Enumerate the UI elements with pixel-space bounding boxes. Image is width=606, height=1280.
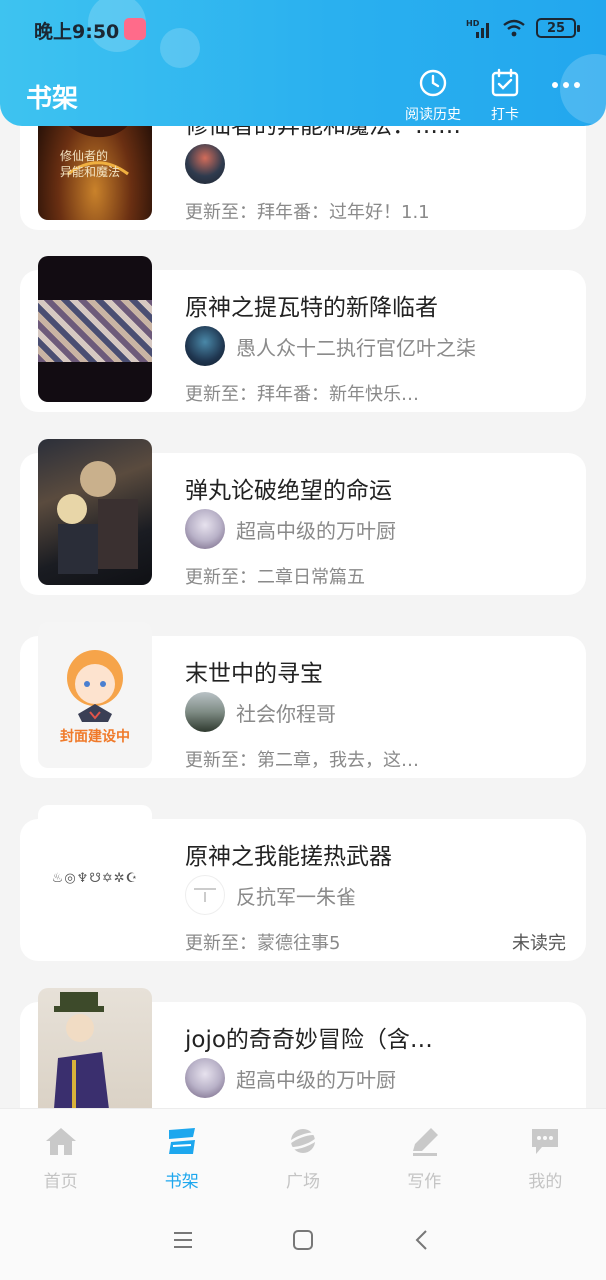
update-text: 更新至：第二章，我去，这… <box>185 750 419 771</box>
pen-icon <box>413 1128 439 1156</box>
book-cover[interactable]: 封面建设中 <box>38 622 152 768</box>
more-dots-icon[interactable] <box>552 82 580 88</box>
battery-level: 25 <box>546 20 566 36</box>
bookshelf-list[interactable]: 修仙者的 异能和魔法 修仙者的异能和魔法：…… 更新至：拜年番：过年好！1.1 … <box>0 0 606 1108</box>
cover-title-text: 修仙者的 异能和魔法 <box>60 149 121 179</box>
nav-bookshelf-label: 书架 <box>164 1172 199 1192</box>
status-icons: HD 25 <box>466 18 580 38</box>
battery-icon: 25 <box>536 18 580 38</box>
book-title: 原神之我能搓热武器 <box>185 844 392 870</box>
author-name: 愚人众十二执行官亿叶之柒 <box>236 335 476 360</box>
author-name: 超高中级的万叶厨 <box>236 518 396 543</box>
reading-history-button[interactable]: 阅读历史 <box>398 68 468 124</box>
update-text: 更新至：二章日常篇五 <box>185 567 365 588</box>
wifi-icon <box>503 19 525 37</box>
check-in-button[interactable]: 打卡 <box>470 68 540 124</box>
book-card[interactable]: 原神之提瓦特的新降临者 愚人众十二执行官亿叶之柒 更新至：拜年番：新年快乐… <box>20 256 586 412</box>
chat-bubble-icon <box>532 1129 559 1154</box>
author-name: 反抗军一朱雀 <box>236 884 356 909</box>
author-row <box>185 144 236 184</box>
author-row: 超高中级的万叶厨 <box>185 1058 396 1098</box>
author-avatar[interactable] <box>185 509 225 549</box>
author-row: 反抗军一朱雀 <box>185 875 356 915</box>
author-avatar[interactable] <box>185 875 225 915</box>
author-name: 社会你程哥 <box>236 701 336 726</box>
update-text: 更新至：蒙德往事5 <box>185 933 341 954</box>
reading-history-label: 阅读历史 <box>405 107 461 123</box>
read-status-label: 未读完 <box>512 933 566 954</box>
book-cover[interactable]: ♨◎♆☋✡✲☪ <box>38 805 152 951</box>
author-avatar[interactable] <box>185 692 225 732</box>
calendar-check-icon <box>491 68 519 97</box>
clock-icon <box>419 69 447 97</box>
svg-text:HD: HD <box>466 19 480 28</box>
book-title: 末世中的寻宝 <box>185 661 323 687</box>
author-avatar[interactable] <box>185 1058 225 1098</box>
cover-art: ♨◎♆☋✡✲☪ <box>51 871 139 886</box>
book-cover[interactable] <box>38 439 152 585</box>
cover-art <box>54 992 109 1108</box>
update-text: 更新至：拜年番：新年快乐… <box>185 384 419 405</box>
menu-icon[interactable] <box>171 1228 195 1252</box>
bottom-nav: 首页 书架 广场 写作 我的 <box>0 1108 606 1200</box>
book-card[interactable]: 弹丸论破绝望的命运 超高中级的万叶厨 更新至：二章日常篇五 <box>20 439 586 595</box>
cover-placeholder-text: 封面建设中 <box>60 729 130 745</box>
nav-me-label: 我的 <box>528 1172 563 1192</box>
author-avatar[interactable] <box>185 326 225 366</box>
status-time: 晚上9:50 <box>34 21 120 43</box>
check-in-label: 打卡 <box>491 107 519 123</box>
nav-home[interactable]: 首页 <box>0 1109 121 1200</box>
book-card[interactable]: jojo的奇奇妙冒险（含… 超高中级的万叶厨 <box>20 988 586 1108</box>
update-text: 更新至：拜年番：过年好！1.1 <box>185 202 430 223</box>
book-title: jojo的奇奇妙冒险（含… <box>185 1027 433 1053</box>
cover-art <box>57 461 138 574</box>
book-card[interactable]: ♨◎♆☋✡✲☪ 原神之我能搓热武器 反抗军一朱雀 更新至：蒙德往事5 未读完 <box>20 805 586 961</box>
back-icon[interactable] <box>411 1228 435 1252</box>
decorative-bubble <box>560 54 606 124</box>
system-nav-bar <box>0 1200 606 1280</box>
nav-square[interactable]: 广场 <box>242 1109 363 1200</box>
placeholder-character-icon <box>67 650 123 722</box>
notification-app-icon <box>124 18 146 40</box>
author-avatar[interactable] <box>185 144 225 184</box>
book-cover[interactable] <box>38 988 152 1108</box>
nav-home-label: 首页 <box>43 1172 78 1192</box>
cover-art <box>38 300 152 362</box>
signal-icon: HD <box>466 19 489 38</box>
nav-square-label: 广场 <box>286 1172 320 1192</box>
nav-write-label: 写作 <box>407 1172 442 1192</box>
nav-me[interactable]: 我的 <box>485 1109 606 1200</box>
book-title: 原神之提瓦特的新降临者 <box>185 295 438 321</box>
book-card[interactable]: 封面建设中 末世中的寻宝 社会你程哥 更新至：第二章，我去，这… <box>20 622 586 778</box>
author-name: 超高中级的万叶厨 <box>236 1067 396 1092</box>
app-header: 晚上9:50 HD 25 书架 阅读历史 打卡 <box>0 0 606 126</box>
page-title: 书架 <box>26 84 79 114</box>
home-icon <box>45 1128 76 1155</box>
bookshelf-icon <box>168 1128 195 1154</box>
nav-bookshelf[interactable]: 书架 <box>121 1109 242 1200</box>
planet-icon <box>286 1129 320 1153</box>
status-bar: 晚上9:50 HD 25 <box>0 0 606 60</box>
author-row: 愚人众十二执行官亿叶之柒 <box>185 326 476 366</box>
author-row: 社会你程哥 <box>185 692 336 732</box>
home-square-icon[interactable] <box>291 1228 315 1252</box>
nav-write[interactable]: 写作 <box>364 1109 485 1200</box>
author-row: 超高中级的万叶厨 <box>185 509 396 549</box>
book-title: 弹丸论破绝望的命运 <box>185 478 392 504</box>
book-cover[interactable] <box>38 256 152 402</box>
